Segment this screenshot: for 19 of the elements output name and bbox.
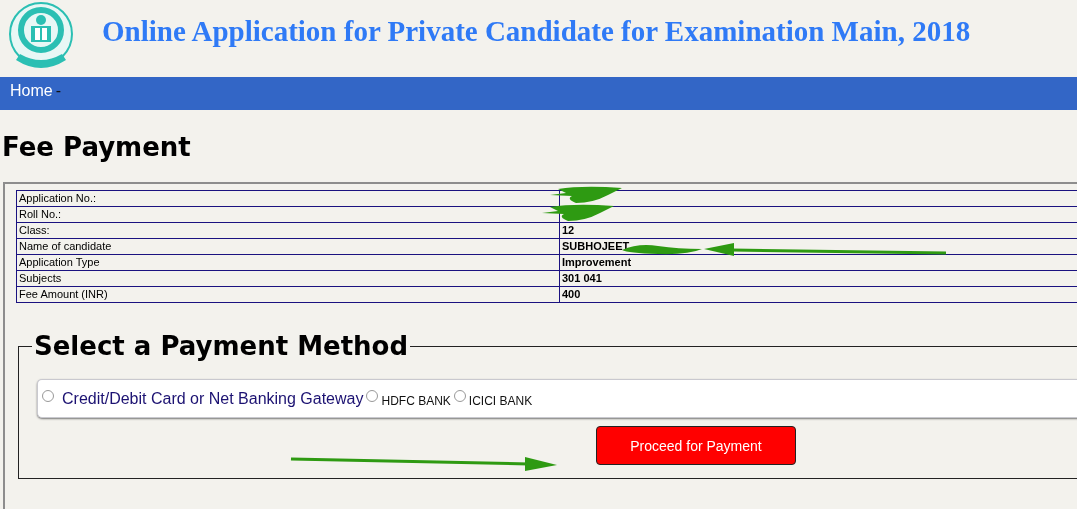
option-label[interactable]: Credit/Debit Card or Net Banking Gateway: [62, 389, 364, 408]
payment-method-legend: Select a Payment Method: [32, 331, 411, 361]
field-label: Name of candidate: [16, 238, 560, 255]
option-label[interactable]: HDFC BANK: [381, 393, 451, 408]
proceed-button[interactable]: Proceed for Payment: [596, 426, 796, 465]
radio-button[interactable]: [42, 389, 54, 402]
field-label: Application No.:: [16, 190, 560, 207]
field-label: Fee Amount (INR): [16, 286, 560, 303]
field-label: Roll No.:: [16, 206, 560, 223]
section-heading: Fee Payment: [2, 132, 192, 164]
nav-separator: -: [55, 82, 61, 100]
field-label: Class:: [16, 222, 560, 239]
field-label: Subjects: [16, 270, 560, 287]
radio-button[interactable]: [453, 389, 466, 402]
field-label: Application Type: [16, 254, 560, 271]
home-link[interactable]: Home: [10, 82, 53, 100]
radio-button[interactable]: [366, 389, 379, 402]
page-title: Online Application for Private Candidate for Examination Main, 2018: [102, 15, 971, 48]
option-label[interactable]: ICICI BANK: [468, 393, 533, 408]
